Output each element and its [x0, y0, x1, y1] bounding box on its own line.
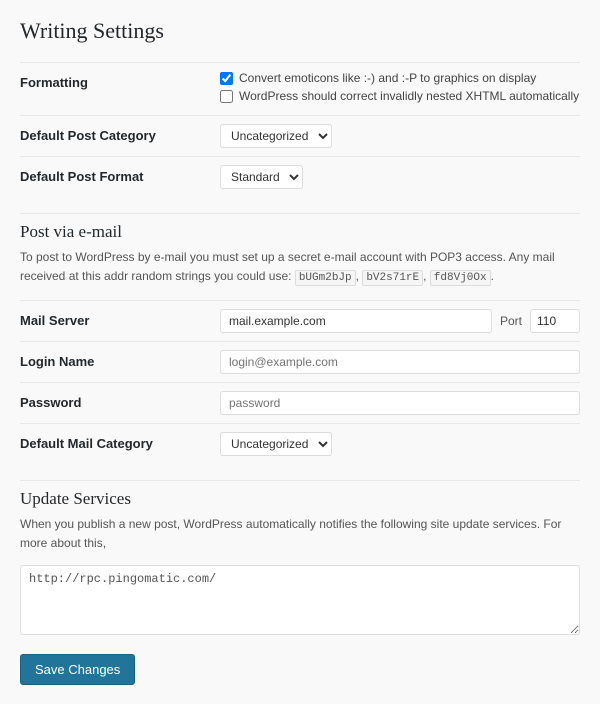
- login-name-label: Login Name: [20, 350, 220, 369]
- default-post-format-select[interactable]: Standard: [220, 165, 303, 189]
- default-post-format-label: Default Post Format: [20, 165, 220, 184]
- default-mail-category-label: Default Mail Category: [20, 432, 220, 451]
- default-post-category-select[interactable]: Uncategorized: [220, 124, 332, 148]
- checkbox-xhtml-row: WordPress should correct invalidly neste…: [220, 89, 580, 103]
- default-mail-category-control: Uncategorized: [220, 432, 580, 456]
- default-post-category-control: Uncategorized: [220, 124, 580, 148]
- formatting-row: Formatting Convert emoticons like :-) an…: [20, 62, 580, 115]
- update-services-textarea[interactable]: http://rpc.pingomatic.com/: [20, 565, 580, 635]
- password-label: Password: [20, 391, 220, 410]
- port-input[interactable]: [530, 309, 580, 333]
- default-post-format-row: Default Post Format Standard: [20, 156, 580, 197]
- mail-server-input-row: Port: [220, 309, 580, 333]
- default-post-format-control: Standard: [220, 165, 580, 189]
- random-string-1: bUGm2bJp: [295, 270, 356, 286]
- default-post-category-label: Default Post Category: [20, 124, 220, 143]
- default-mail-category-select[interactable]: Uncategorized: [220, 432, 332, 456]
- post-via-email-section: Post via e-mail To post to WordPress by …: [20, 213, 580, 288]
- checkbox-emoticons[interactable]: [220, 72, 233, 85]
- login-name-row: Login Name: [20, 341, 580, 382]
- formatting-label: Formatting: [20, 71, 220, 90]
- checkbox-xhtml[interactable]: [220, 90, 233, 103]
- mail-server-control: Port: [220, 309, 580, 333]
- save-changes-button[interactable]: Save Changes: [20, 654, 135, 685]
- mail-server-row: Mail Server Port: [20, 300, 580, 341]
- login-name-input[interactable]: [220, 350, 580, 374]
- random-string-2: bV2s71rE: [362, 270, 423, 286]
- default-mail-category-row: Default Mail Category Uncategorized: [20, 423, 580, 464]
- checkbox-emoticons-row: Convert emoticons like :-) and :-P to gr…: [220, 71, 580, 85]
- password-row: Password: [20, 382, 580, 423]
- post-via-email-desc: To post to WordPress by e-mail you must …: [20, 248, 580, 288]
- update-services-desc: When you publish a new post, WordPress a…: [20, 515, 580, 553]
- port-label: Port: [500, 314, 522, 328]
- default-post-category-row: Default Post Category Uncategorized: [20, 115, 580, 156]
- update-services-section: Update Services When you publish a new p…: [20, 480, 580, 638]
- post-via-email-title: Post via e-mail: [20, 213, 580, 242]
- formatting-control: Convert emoticons like :-) and :-P to gr…: [220, 71, 580, 107]
- password-control: [220, 391, 580, 415]
- mail-server-input[interactable]: [220, 309, 492, 333]
- login-name-control: [220, 350, 580, 374]
- checkbox-emoticons-label: Convert emoticons like :-) and :-P to gr…: [239, 71, 536, 85]
- checkbox-xhtml-label: WordPress should correct invalidly neste…: [239, 89, 579, 103]
- page-container: Writing Settings Formatting Convert emot…: [0, 0, 600, 704]
- update-services-title: Update Services: [20, 480, 580, 509]
- mail-server-label: Mail Server: [20, 309, 220, 328]
- page-title: Writing Settings: [20, 18, 580, 44]
- random-string-3: fd8Vj0Ox: [430, 270, 491, 286]
- password-input[interactable]: [220, 391, 580, 415]
